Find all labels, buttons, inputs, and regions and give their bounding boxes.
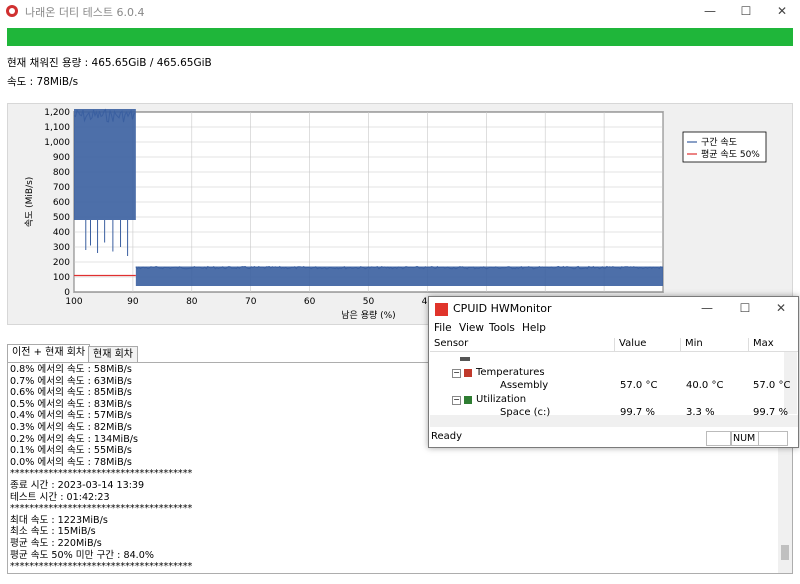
speed-label: 속도 : 78MiB/s xyxy=(7,76,79,88)
sensor-max: 57.0 °C xyxy=(753,380,791,391)
log-line: 최대 속도 : 1223MiB/s xyxy=(10,514,108,526)
sensor-label: Temperatures xyxy=(476,366,545,378)
sensor-table-header: Sensor Value Min Max xyxy=(430,337,798,352)
log-text: 0.8% 에서의 속도 : 58MiB/s 0.7% 에서의 속도 : 63MiB… xyxy=(10,364,192,573)
log-line: 0.6% 에서의 속도 : 85MiB/s xyxy=(10,387,132,399)
sensor-row[interactable]: − Temperatures xyxy=(430,367,784,380)
minimize-button[interactable]: — xyxy=(692,0,728,22)
sensor-value: 99.7 % xyxy=(620,407,655,418)
log-line: 0.2% 에서의 속도 : 134MiB/s xyxy=(10,433,139,445)
y-tick-label: 200 xyxy=(53,258,70,268)
title-bar: 나래온 더티 테스트 6.0.4 — ☐ ✕ xyxy=(0,0,800,22)
log-line: 0.0% 에서의 속도 : 78MiB/s xyxy=(10,456,132,468)
sensor-row[interactable]: − Utilization xyxy=(430,394,784,407)
y-tick-label: 100 xyxy=(53,273,70,283)
log-line: 0.1% 에서의 속도 : 55MiB/s xyxy=(10,445,132,457)
sensor-max: 99.7 % xyxy=(753,407,788,418)
col-value[interactable]: Value xyxy=(614,338,679,351)
sensor-min: 40.0 °C xyxy=(686,380,724,391)
y-tick-label: 400 xyxy=(53,228,70,238)
y-tick-label: 900 xyxy=(53,153,70,163)
speed-band xyxy=(74,109,136,220)
log-line: 0.4% 에서의 속도 : 57MiB/s xyxy=(10,410,132,422)
num-lock-indicator: NUM xyxy=(730,431,759,446)
hw-status-bar: Ready NUM xyxy=(430,429,798,447)
tab-current-round[interactable]: 현재 회차 xyxy=(88,346,138,363)
hwmonitor-logo-icon xyxy=(435,303,448,316)
y-tick-label: 1,200 xyxy=(44,108,70,118)
log-line: 평균 속도 : 220MiB/s xyxy=(10,537,102,549)
maximize-button[interactable]: ☐ xyxy=(728,0,764,22)
speed-chart: 0 100 200 300 400 500 600 700 800 900 1,000 1,100 1,… xyxy=(7,103,793,325)
y-tick-label: 800 xyxy=(53,168,70,178)
menu-view[interactable]: View xyxy=(459,322,484,334)
thermometer-icon xyxy=(464,368,472,377)
capacity-label: 현재 채워진 용량 : 465.65GiB / 465.65GiB xyxy=(7,57,212,69)
log-line: 종료 시간 : 2023-03-14 13:39 xyxy=(10,479,145,491)
y-axis-label: 속도 (MiB/s) xyxy=(24,177,35,228)
log-line: 0.8% 에서의 속도 : 58MiB/s xyxy=(10,364,132,375)
hw-maximize-button[interactable]: ☐ xyxy=(727,297,763,319)
drive-icon xyxy=(460,357,470,361)
utilization-icon xyxy=(464,395,472,404)
sensor-label: Assembly xyxy=(500,380,549,391)
log-line: ************************************** xyxy=(10,561,193,573)
tree-collapse-icon[interactable]: − xyxy=(452,368,461,378)
x-axis-label: 남은 용량 (%) xyxy=(341,309,395,321)
x-tick-label: 80 xyxy=(186,297,198,307)
x-tick-label: 70 xyxy=(245,297,257,307)
log-line: ************************************** xyxy=(10,468,193,480)
sensor-row[interactable]: Assembly 57.0 °C 40.0 °C 57.0 °C xyxy=(430,380,790,393)
log-line: 평균 속도 50% 미만 구간 : 84.0% xyxy=(10,549,154,561)
menu-file[interactable]: File xyxy=(434,322,452,334)
x-tick-label: 50 xyxy=(363,297,375,307)
y-tick-label: 1,000 xyxy=(44,138,70,148)
hwmonitor-title: CPUID HWMonitor xyxy=(453,302,552,315)
col-sensor[interactable]: Sensor xyxy=(430,338,614,351)
x-tick-label: 90 xyxy=(127,297,139,307)
log-line: 최소 속도 : 15MiB/s xyxy=(10,526,96,538)
x-tick-label: 60 xyxy=(304,297,316,307)
hw-close-button[interactable]: ✕ xyxy=(763,297,799,319)
log-line: ************************************** xyxy=(10,503,193,515)
y-tick-label: 500 xyxy=(53,213,70,223)
sensor-label: Space (c:) xyxy=(500,407,551,418)
y-tick-label: 700 xyxy=(53,183,70,193)
window-title: 나래온 더티 테스트 6.0.4 xyxy=(25,6,145,19)
y-tick-label: 300 xyxy=(53,243,70,253)
chart-canvas: 01002003004005006007008009001,0001,1001,… xyxy=(24,108,767,321)
col-min[interactable]: Min xyxy=(680,338,747,351)
status-box-empty xyxy=(758,431,788,446)
log-line: 0.3% 에서의 속도 : 82MiB/s xyxy=(10,421,132,433)
tab-all-rounds[interactable]: 이전 + 현재 회차 xyxy=(7,344,91,363)
progress-bar xyxy=(7,28,793,46)
progress-fill xyxy=(7,28,793,46)
legend-label: 평균 속도 50% xyxy=(701,149,760,160)
sensor-min: 3.3 % xyxy=(686,407,715,418)
status-box xyxy=(706,431,732,446)
y-tick-label: 600 xyxy=(53,198,70,208)
sensor-row[interactable] xyxy=(430,353,784,366)
menu-help[interactable]: Help xyxy=(522,322,546,334)
sensor-row[interactable]: Space (c:) 99.7 % 3.3 % 99.7 % xyxy=(430,407,788,420)
menu-tools[interactable]: Tools xyxy=(489,322,515,334)
sensor-label: Utilization xyxy=(476,393,527,405)
log-line: 테스트 시간 : 01:42:23 xyxy=(10,491,110,503)
y-tick-label: 1,100 xyxy=(44,123,70,133)
x-tick-label: 100 xyxy=(65,297,82,307)
log-line: 0.7% 에서의 속도 : 63MiB/s xyxy=(10,375,132,387)
close-button[interactable]: ✕ xyxy=(764,0,800,22)
col-max[interactable]: Max xyxy=(748,338,797,351)
app-logo-icon xyxy=(6,5,18,17)
tree-collapse-icon[interactable]: − xyxy=(452,395,461,405)
status-text: Ready xyxy=(431,431,463,442)
legend-label: 구간 속도 xyxy=(701,137,737,148)
log-scroll-thumb[interactable] xyxy=(781,545,789,560)
speed-band xyxy=(135,266,664,286)
hwmonitor-window[interactable]: CPUID HWMonitor — ☐ ✕ File View Tools He… xyxy=(428,296,799,448)
hw-minimize-button[interactable]: — xyxy=(689,297,725,319)
log-line: 0.5% 에서의 속도 : 83MiB/s xyxy=(10,398,132,410)
sensor-value: 57.0 °C xyxy=(620,380,658,391)
